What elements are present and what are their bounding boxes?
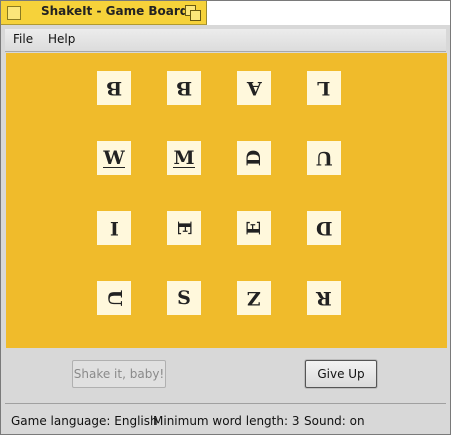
tile: U bbox=[307, 141, 341, 175]
status-bar: Game language: English Minimum word leng… bbox=[5, 403, 446, 434]
tile: R bbox=[307, 281, 341, 315]
letter-board: B B A L W M D U I E E D U S Z R bbox=[6, 53, 447, 348]
tile: U bbox=[97, 281, 131, 315]
close-icon[interactable] bbox=[7, 6, 21, 20]
title-bar-empty bbox=[207, 1, 450, 25]
shake-button[interactable]: Shake it, baby! bbox=[72, 360, 166, 388]
menu-bar: File Help bbox=[5, 29, 446, 52]
tile: D bbox=[237, 141, 271, 175]
tile: I bbox=[97, 211, 131, 245]
tile: A bbox=[237, 71, 271, 105]
tile: M bbox=[167, 141, 201, 175]
status-sound: Sound: on bbox=[304, 414, 365, 428]
window-title: ShakeIt - Game Board bbox=[41, 4, 189, 18]
tile: E bbox=[167, 211, 201, 245]
title-tab[interactable]: ShakeIt - Game Board bbox=[1, 1, 207, 25]
zoom-icon[interactable] bbox=[185, 5, 201, 21]
tile: Z bbox=[237, 281, 271, 315]
controls-area: Shake it, baby! Give Up bbox=[5, 348, 446, 401]
give-up-button[interactable]: Give Up bbox=[305, 360, 377, 388]
status-language: Game language: English bbox=[11, 414, 158, 428]
menu-help[interactable]: Help bbox=[48, 32, 75, 46]
menu-file[interactable]: File bbox=[13, 32, 33, 46]
tile: E bbox=[237, 211, 271, 245]
tile: B bbox=[167, 71, 201, 105]
tile: W bbox=[97, 141, 131, 175]
game-board-window: ShakeIt - Game Board File Help B B A L W… bbox=[0, 0, 451, 435]
tile: B bbox=[97, 71, 131, 105]
tile: L bbox=[307, 71, 341, 105]
tile: S bbox=[167, 281, 201, 315]
status-min-length: Minimum word length: 3 bbox=[153, 414, 300, 428]
tile: D bbox=[307, 211, 341, 245]
